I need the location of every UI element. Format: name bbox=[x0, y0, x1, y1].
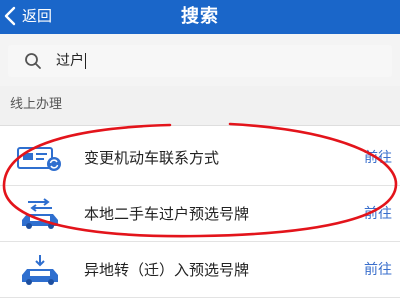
goto-link[interactable]: 前往 bbox=[364, 130, 392, 186]
result-item-local-transfer-plate[interactable]: 本地二手车过户预选号牌 前往 bbox=[0, 186, 400, 242]
search-icon bbox=[25, 53, 41, 69]
goto-link[interactable]: 前往 bbox=[364, 186, 392, 242]
section-title: 线上办理 bbox=[10, 97, 63, 112]
result-item-change-contact[interactable]: 变更机动车联系方式 前往 bbox=[0, 130, 400, 186]
goto-link[interactable]: 前往 bbox=[364, 242, 392, 298]
search-bar: 过户 bbox=[0, 34, 400, 86]
section-header: 线上办理 bbox=[0, 86, 400, 126]
vehicle-license-icon bbox=[17, 147, 61, 171]
top-bar: 返回 搜索 bbox=[0, 0, 400, 34]
result-item-remote-transfer-plate[interactable]: 异地转（迁）入预选号牌 前往 bbox=[0, 242, 400, 298]
result-name: 本地二手车过户预选号牌 bbox=[84, 205, 250, 223]
car-transfer-icon bbox=[22, 198, 58, 229]
search-query-text: 过户 bbox=[56, 53, 86, 69]
page-title: 搜索 bbox=[181, 6, 219, 27]
result-name: 变更机动车联系方式 bbox=[84, 149, 220, 167]
search-input[interactable]: 过户 bbox=[8, 45, 392, 77]
result-name: 异地转（迁）入预选号牌 bbox=[84, 261, 250, 279]
car-inbound-icon bbox=[22, 255, 58, 285]
